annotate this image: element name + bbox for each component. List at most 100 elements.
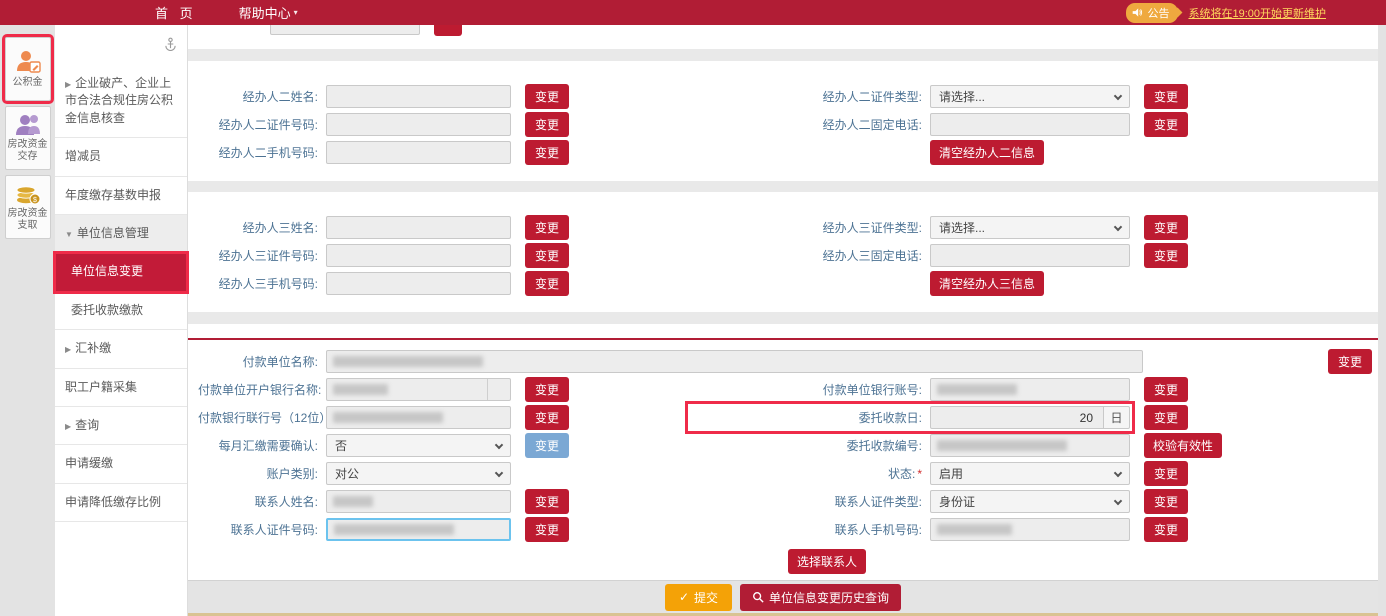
rail-item-fanggai-zhiqu[interactable]: $ 房改资金支取 [5,175,51,239]
select-value: 请选择... [939,88,985,105]
notice-badge: 公告 [1126,3,1178,23]
change-button[interactable]: 变更 [525,271,569,296]
nav-help-label: 帮助中心 [239,3,291,22]
validate-button[interactable]: 校验有效性 [1144,433,1222,458]
change-button[interactable]: 变更 [525,405,569,430]
contact-cert-type-select[interactable]: 身份证 [930,490,1130,513]
contact-id-input[interactable] [326,518,511,541]
contact-name-input[interactable] [326,490,511,513]
section-divider [188,49,1378,61]
speaker-icon [1132,7,1143,18]
agent2-cert-type-select[interactable]: 请选择... [930,85,1130,108]
payer-name-input[interactable] [326,350,1143,373]
sidebar-item-apply-lower-ratio[interactable]: 申请降低缴存比例 [55,484,187,522]
change-button[interactable]: 变更 [1144,243,1188,268]
status-select[interactable]: 启用 [930,462,1130,485]
collapsed-arrow-icon: ▶ [65,80,71,89]
change-button[interactable]: 变更 [525,112,569,137]
sidebar-item-entrusted-collection[interactable]: 委托收款缴款 [55,292,187,330]
select-value: 身份证 [939,493,975,510]
select-contact-button[interactable]: 选择联系人 [788,549,866,574]
section-divider [188,312,1378,324]
change-button[interactable]: 变更 [1144,405,1188,430]
agent3-tel-input[interactable] [930,244,1130,267]
redacted-value [333,384,388,395]
clear-agent3-button[interactable]: 清空经办人三信息 [930,271,1044,296]
clear-agent2-button[interactable]: 清空经办人二信息 [930,140,1044,165]
sidebar-item-label: 单位信息变更 [71,264,143,278]
change-button[interactable]: 变更 [1144,112,1188,137]
required-star: * [917,467,922,481]
agent3-name-label: 经办人三姓名: [198,219,326,236]
contact-phone-input[interactable] [930,518,1130,541]
agent2-name-label: 经办人二姓名: [198,88,326,105]
sidebar-item-query[interactable]: ▶查询 [55,407,187,445]
change-button[interactable]: 变更 [1144,489,1188,514]
submit-button[interactable]: ✓ 提交 [665,584,732,611]
agent2-tel-label: 经办人二固定电话: [690,116,930,133]
redacted-value [333,496,373,507]
change-button[interactable]: 变更 [1144,461,1188,486]
agent3-mobile-label: 经办人三手机号码: [198,275,326,292]
agent2-mobile-input[interactable] [326,141,511,164]
change-button[interactable]: 变更 [1328,349,1372,374]
agent3-name-input[interactable] [326,216,511,239]
agent3-id-input[interactable] [326,244,511,267]
chevron-down-icon [495,441,503,449]
maintenance-notice-link[interactable]: 系统将在19:00开始更新维护 [1188,5,1326,21]
bank-account-input[interactable] [930,378,1130,401]
agent2-name-input[interactable] [326,85,511,108]
anchor-icon[interactable] [164,37,177,51]
collect-day-input[interactable]: 20 [930,406,1104,429]
agent3-id-label: 经办人三证件号码: [198,247,326,264]
sidebar-item-label: 年度缴存基数申报 [65,188,161,202]
agent3-mobile-input[interactable] [326,272,511,295]
chevron-down-icon [1114,223,1122,231]
collect-day-annotation-box: 委托收款日: 20日 [690,406,1130,429]
history-label: 单位信息变更历史查询 [769,589,889,606]
sidebar-item-staff-household-collect[interactable]: 职工户籍采集 [55,369,187,407]
change-button-disabled[interactable]: 变更 [525,433,569,458]
change-button[interactable]: 变更 [525,517,569,542]
nav-help-center[interactable]: 帮助中心 ▾ [239,3,298,22]
change-button[interactable]: 变更 [1144,215,1188,240]
bank-code-input[interactable] [326,406,511,429]
sidebar-item-add-remove-staff[interactable]: 增减员 [55,138,187,176]
sidebar-item-enterprise-check[interactable]: ▶企业破产、企业上市合法合规住房公积金信息核查 [55,65,187,138]
rail-item-fanggai-jiaocun[interactable]: 房改资金交存 [5,106,51,170]
agent2-cert-type-label: 经办人二证件类型: [690,88,930,105]
account-type-select[interactable]: 对公 [326,462,511,485]
collect-no-input[interactable] [930,434,1130,457]
change-button[interactable]: 变更 [525,243,569,268]
redacted-value [937,524,1012,535]
sidebar-item-apply-deferral[interactable]: 申请缓缴 [55,445,187,483]
change-button[interactable]: 变更 [525,377,569,402]
sidebar-item-unit-info-change[interactable]: 单位信息变更 [55,253,187,291]
change-button[interactable]: 变更 [1144,517,1188,542]
sidebar-item-annual-base-declare[interactable]: 年度缴存基数申报 [55,177,187,215]
collect-day-label: 委托收款日: [690,409,930,426]
rail-item-gongjijin[interactable]: 公积金 [5,37,51,101]
contact-cert-type-label: 联系人证件类型: [690,493,930,510]
bank-name-input[interactable] [326,378,511,401]
people-icon [14,113,42,137]
nav-home[interactable]: 首 页 [155,3,197,22]
agent2-tel-input[interactable] [930,113,1130,136]
change-button[interactable]: 变更 [1144,84,1188,109]
change-button[interactable]: 变更 [1144,377,1188,402]
sidebar-item-label: 申请缓缴 [65,456,113,470]
change-button[interactable]: 变更 [525,140,569,165]
agent3-cert-type-select[interactable]: 请选择... [930,216,1130,239]
change-button[interactable]: 变更 [525,215,569,240]
history-query-button[interactable]: 单位信息变更历史查询 [740,584,901,611]
agent2-id-input[interactable] [326,113,511,136]
collect-no-label: 委托收款编号: [690,437,930,454]
monthly-confirm-select[interactable]: 否 [326,434,511,457]
sidebar-group-unit-info-mgmt[interactable]: ▼单位信息管理 [55,215,187,253]
redacted-value [937,440,1067,451]
change-button[interactable]: 变更 [525,489,569,514]
chevron-down-icon [1114,497,1122,505]
change-button[interactable]: 变更 [525,84,569,109]
sidebar-item-remittance[interactable]: ▶汇补缴 [55,330,187,368]
submit-label: 提交 [694,589,718,606]
